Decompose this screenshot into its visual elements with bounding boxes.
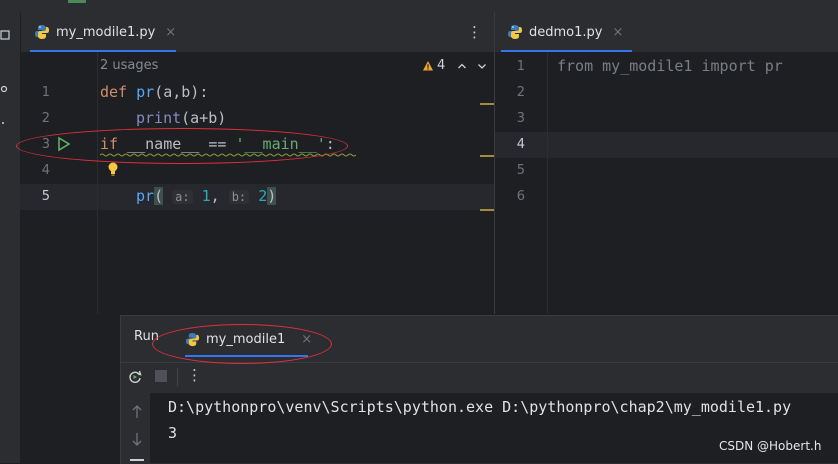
python-file-icon [34, 24, 50, 40]
arrow-down-icon[interactable] [477, 61, 487, 71]
code-text: (a+b) [181, 109, 227, 127]
close-icon[interactable]: × [612, 25, 623, 40]
warning-squiggle [100, 153, 356, 157]
line-number: 1 [516, 59, 525, 74]
code-builtin: print [136, 109, 182, 127]
rerun-icon[interactable] [127, 369, 143, 385]
line-number: 2 [41, 111, 50, 126]
top-strip [0, 0, 838, 12]
code-text: : [325, 135, 335, 153]
code-number: 1 [201, 187, 211, 205]
watermark: CSDN @Hobert.h [719, 439, 822, 453]
console-gutter [121, 393, 150, 463]
code-function-name: pr [136, 187, 155, 205]
python-file-icon [185, 332, 200, 347]
run-tab-my-modile1[interactable]: my_modile1 × [185, 321, 312, 357]
python-file-icon [507, 24, 523, 40]
tab-dedmo1[interactable]: dedmo1.py × [501, 12, 632, 52]
arrow-up-icon[interactable] [457, 61, 467, 71]
line-number: 4 [41, 163, 50, 178]
more-icon[interactable]: ⋮ [467, 22, 482, 42]
code-line-1: from my_modile1 import pr [557, 57, 783, 75]
close-icon[interactable]: × [301, 332, 312, 347]
run-panel-title: Run [134, 329, 159, 344]
line-number: 5 [41, 189, 50, 204]
left-editor[interactable]: 2 usages 4 1 2 3 4 5 def pr(a,b): print(… [20, 52, 494, 314]
run-tab-label: my_modile1 [206, 331, 286, 347]
code-string: '__main__' [235, 135, 326, 153]
line-number: 3 [41, 137, 50, 152]
code-text: __name__ == [118, 135, 236, 153]
line-number: 4 [516, 137, 525, 152]
soft-wrap-icon[interactable] [130, 459, 144, 461]
line-number: 2 [516, 85, 525, 100]
code-line-2: print(a+b) [136, 109, 226, 127]
right-editor[interactable]: 1 2 3 4 5 6 from my_modile1 import pr [495, 52, 838, 314]
param-hint-b: b: [228, 190, 250, 204]
run-gutter-icon[interactable] [57, 136, 71, 152]
structure-tool-icon[interactable] [0, 84, 12, 96]
top-strip-indicator [68, 0, 86, 3]
line-number: 1 [41, 85, 50, 100]
stop-icon[interactable] [155, 370, 167, 382]
error-stripe-marker[interactable] [480, 103, 494, 105]
left-tool-strip [0, 12, 21, 463]
warning-icon [422, 60, 434, 72]
gutter-separator [97, 52, 98, 314]
more-icon[interactable]: ⋮ [187, 366, 202, 384]
code-number: 2 [258, 187, 268, 205]
code-line-1: def pr(a,b): [100, 83, 208, 101]
error-stripe-marker[interactable] [480, 209, 494, 211]
line-number: 6 [516, 189, 525, 204]
lightbulb-icon[interactable] [106, 161, 120, 177]
more-tools-icon[interactable] [0, 118, 12, 130]
code-keyword: def [100, 83, 128, 101]
console-line: 3 [168, 424, 178, 442]
gutter-separator [547, 52, 548, 314]
inspection-widget[interactable]: 4 [422, 58, 487, 73]
line-number: 5 [516, 163, 525, 178]
code-text: , [210, 187, 220, 205]
arrow-down-icon[interactable] [131, 432, 143, 446]
code-line-3: if __name__ == '__main__': [100, 135, 335, 153]
code-line-5: pr( a: 1, b: 2) [136, 187, 277, 205]
param-hint-a: a: [172, 190, 193, 204]
tab-my-modile1[interactable]: my_modile1.py × [30, 12, 176, 52]
usages-hint[interactable]: 2 usages [100, 58, 158, 73]
tab-label: dedmo1.py [529, 24, 603, 40]
console-line: D:\pythonpro\venv\Scripts\python.exe D:\… [168, 398, 792, 416]
code-paren-open: ( [154, 187, 164, 205]
arrow-up-icon[interactable] [131, 405, 143, 419]
code-paren-close: ) [267, 187, 277, 205]
error-stripe-marker[interactable] [480, 155, 494, 157]
code-keyword: if [100, 135, 119, 153]
code-text: (a,b): [154, 83, 209, 101]
run-toolbar [121, 362, 838, 393]
tab-label: my_modile1.py [56, 24, 156, 40]
warning-count: 4 [437, 58, 446, 73]
run-tab-underline [185, 355, 308, 357]
code-function-name: pr [136, 83, 155, 101]
project-tool-icon[interactable] [0, 30, 12, 42]
close-icon[interactable]: × [165, 25, 176, 40]
line-number: 3 [516, 111, 525, 126]
toolbar-separator [177, 368, 178, 386]
